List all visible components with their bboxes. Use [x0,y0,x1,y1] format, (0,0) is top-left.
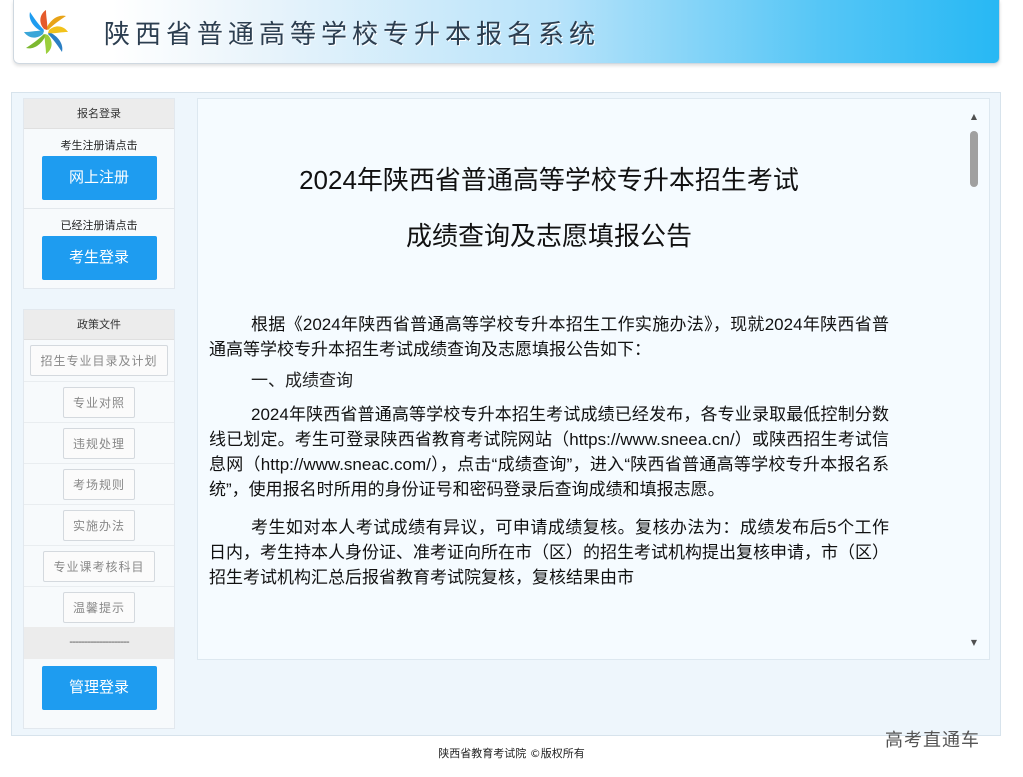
notice-paragraph: 考生如对本人考试成绩有异议，可申请成绩复核。复核办法为：成绩发布后5个工作日内，… [209,518,889,587]
student-login-button[interactable]: 考生登录 [41,236,157,280]
main-area: 报名登录 考生注册请点击 网上注册 已经注册请点击 考生登录 政策文件 招生专业… [11,92,1001,736]
notice-paragraph: 根据《2024年陕西省普通高等学校专升本招生工作实施办法》，现就2024年陕西省… [209,315,889,359]
pinwheel-logo-icon [20,6,72,58]
link-implementation-rules[interactable]: 实施办法 [62,509,135,541]
login-hint: 已经注册请点击 [60,219,138,232]
link-exam-rules[interactable]: 考场规则 [62,468,135,500]
link-major-catalog[interactable]: 招生专业目录及计划 [30,345,168,376]
sidebar: 报名登录 考生注册请点击 网上注册 已经注册请点击 考生登录 政策文件 招生专业… [23,98,175,729]
system-title: 陕西省普通高等学校专升本报名系统 [104,20,601,50]
section-heading: 一、成绩查询 [251,371,353,390]
notice-title-line1: 2024年陕西省普通高等学校专升本招生考试 [299,165,799,195]
register-button[interactable]: 网上注册 [41,156,157,200]
register-hint: 考生注册请点击 [60,139,138,152]
scrollbar-thumb[interactable] [970,131,978,187]
notice-title-line2: 成绩查询及志愿填报公告 [405,221,692,251]
notice-paragraph: 2024年陕西省普通高等学校专升本招生考试成绩已经发布，各专业录取最低控制分数线… [209,405,889,499]
header-banner: 陕西省普通高等学校专升本报名系统 [13,0,1000,64]
link-major-mapping[interactable]: 专业对照 [62,386,135,418]
login-box: 报名登录 考生注册请点击 网上注册 已经注册请点击 考生登录 [23,98,175,289]
notice-document: 2024年陕西省普通高等学校专升本招生考试 成绩查询及志愿填报公告 根据《202… [209,99,889,590]
vertical-scrollbar[interactable]: ▲ ▼ [968,111,980,649]
link-tips[interactable]: 温馨提示 [62,591,135,623]
link-exam-subjects[interactable]: 专业课考核科目 [43,550,155,582]
link-violation-handling[interactable]: 违规处理 [62,427,135,459]
policy-box: 政策文件 招生专业目录及计划 专业对照 违规处理 考场规则 实施办法 专业课考核… [23,309,175,729]
login-box-title: 报名登录 [24,99,174,129]
scroll-up-arrow-icon[interactable]: ▲ [968,111,980,123]
dashed-divider: -------------------- [24,627,174,659]
footer-copyright: 陕西省教育考试院 ©版权所有 [438,747,585,760]
notice-panel[interactable]: 2024年陕西省普通高等学校专升本招生考试 成绩查询及志愿填报公告 根据《202… [197,98,990,660]
scroll-down-arrow-icon[interactable]: ▼ [968,637,980,649]
policy-box-title: 政策文件 [24,310,174,340]
admin-login-button[interactable]: 管理登录 [41,666,157,710]
scrollbar-track[interactable] [968,123,980,637]
